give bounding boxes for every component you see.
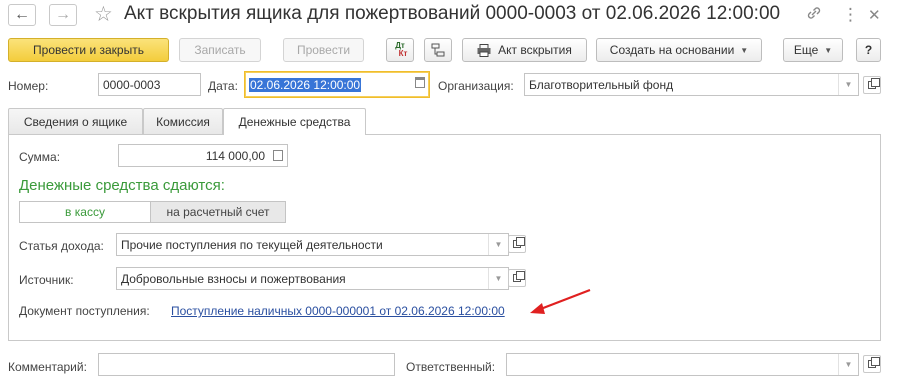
- organization-field[interactable]: Благотворительный фонд ▼: [524, 73, 859, 96]
- option-cash[interactable]: в кассу: [19, 201, 151, 223]
- printer-icon: [477, 43, 491, 57]
- chevron-down-icon: ▼: [824, 45, 833, 55]
- receipt-document-label: Документ поступления:: [19, 304, 150, 318]
- income-item-label: Статья дохода:: [19, 239, 104, 253]
- calendar-icon[interactable]: [415, 77, 425, 88]
- save-button[interactable]: Записать: [179, 38, 261, 62]
- create-based-on-label: Создать на основании: [609, 43, 735, 57]
- sum-label: Сумма:: [19, 150, 61, 164]
- page-title: Акт вскрытия ящика для пожертвований 000…: [124, 3, 781, 24]
- open-organization-button[interactable]: [863, 76, 881, 94]
- open-responsible-button[interactable]: [863, 355, 881, 373]
- source-field[interactable]: Добровольные взносы и пожертвования ▼: [116, 267, 509, 290]
- post-button[interactable]: Провести: [283, 38, 364, 62]
- responsible-label: Ответственный:: [406, 360, 496, 374]
- close-icon[interactable]: ✕: [868, 6, 881, 24]
- source-value: Добровольные взносы и пожертвования: [121, 271, 346, 286]
- tab-label: Комиссия: [156, 114, 210, 129]
- act-print-label: Акт вскрытия: [498, 43, 572, 57]
- dropdown-arrow-icon[interactable]: ▼: [488, 268, 508, 289]
- number-field[interactable]: 0000-0003: [98, 73, 201, 96]
- more-vert-icon[interactable]: ⋮: [842, 5, 859, 25]
- create-based-on-button[interactable]: Создать на основании ▼: [596, 38, 762, 62]
- date-value: 02.06.2026 12:00:00: [249, 77, 362, 92]
- sum-value: 114 000,00: [205, 148, 265, 163]
- comment-field[interactable]: [98, 353, 395, 376]
- arrow-right-icon: →: [55, 6, 71, 23]
- income-item-field[interactable]: Прочие поступления по текущей деятельнос…: [116, 233, 509, 256]
- source-label: Источник:: [19, 273, 74, 287]
- more-button[interactable]: Еще ▼: [783, 38, 843, 62]
- option-cash-label: в кассу: [65, 205, 105, 219]
- tab-label: Денежные средства: [238, 115, 351, 129]
- open-source-button[interactable]: [508, 269, 526, 287]
- dropdown-arrow-icon[interactable]: ▼: [838, 74, 858, 95]
- forward-button[interactable]: →: [49, 4, 77, 26]
- calculator-icon[interactable]: [273, 150, 283, 161]
- option-account-label: на расчетный счет: [166, 205, 270, 219]
- tab-money[interactable]: Денежные средства: [223, 108, 366, 135]
- date-label: Дата:: [208, 79, 238, 93]
- date-field[interactable]: 02.06.2026 12:00:00: [244, 71, 430, 98]
- back-button[interactable]: ←: [8, 4, 36, 26]
- open-income-item-button[interactable]: [508, 235, 526, 253]
- tab-label: Сведения о ящике: [23, 114, 128, 129]
- help-button[interactable]: ?: [856, 38, 881, 62]
- responsible-field[interactable]: ▼: [506, 353, 859, 376]
- comment-label: Комментарий:: [8, 360, 87, 374]
- open-link-icon: [868, 78, 880, 89]
- number-value: 0000-0003: [103, 77, 161, 92]
- open-link-icon: [868, 357, 880, 368]
- star-icon[interactable]: ☆: [94, 2, 113, 27]
- annotation-arrow-icon: [530, 288, 591, 314]
- money-handed-title: Денежные средства сдаются:: [19, 177, 225, 194]
- hierarchy-icon: [431, 43, 445, 57]
- act-print-button[interactable]: Акт вскрытия: [462, 38, 587, 62]
- open-link-icon: [513, 237, 525, 248]
- dropdown-arrow-icon[interactable]: ▼: [488, 234, 508, 255]
- dt-kt-icon-bottom: Кт: [398, 49, 408, 58]
- arrow-left-icon: ←: [14, 6, 30, 23]
- post-and-close-button[interactable]: Провести и закрыть: [8, 38, 169, 62]
- sum-field[interactable]: 114 000,00: [118, 144, 288, 167]
- option-account[interactable]: на расчетный счет: [150, 201, 286, 223]
- income-item-value: Прочие поступления по текущей деятельнос…: [121, 237, 383, 252]
- chevron-down-icon: ▼: [740, 45, 749, 55]
- receipt-document-link[interactable]: Поступление наличных 0000-000001 от 02.0…: [171, 304, 505, 318]
- structure-button[interactable]: [424, 38, 452, 62]
- open-link-icon: [513, 271, 525, 282]
- number-label: Номер:: [8, 79, 49, 93]
- organization-label: Организация:: [438, 79, 514, 93]
- dropdown-arrow-icon[interactable]: ▼: [838, 354, 858, 375]
- tab-commission[interactable]: Комиссия: [143, 108, 223, 134]
- more-label: Еще: [793, 43, 819, 57]
- link-icon[interactable]: [806, 5, 822, 26]
- organization-value: Благотворительный фонд: [529, 77, 674, 92]
- dt-kt-button[interactable]: Дт Кт: [386, 38, 414, 62]
- tab-box-info[interactable]: Сведения о ящике: [8, 108, 143, 134]
